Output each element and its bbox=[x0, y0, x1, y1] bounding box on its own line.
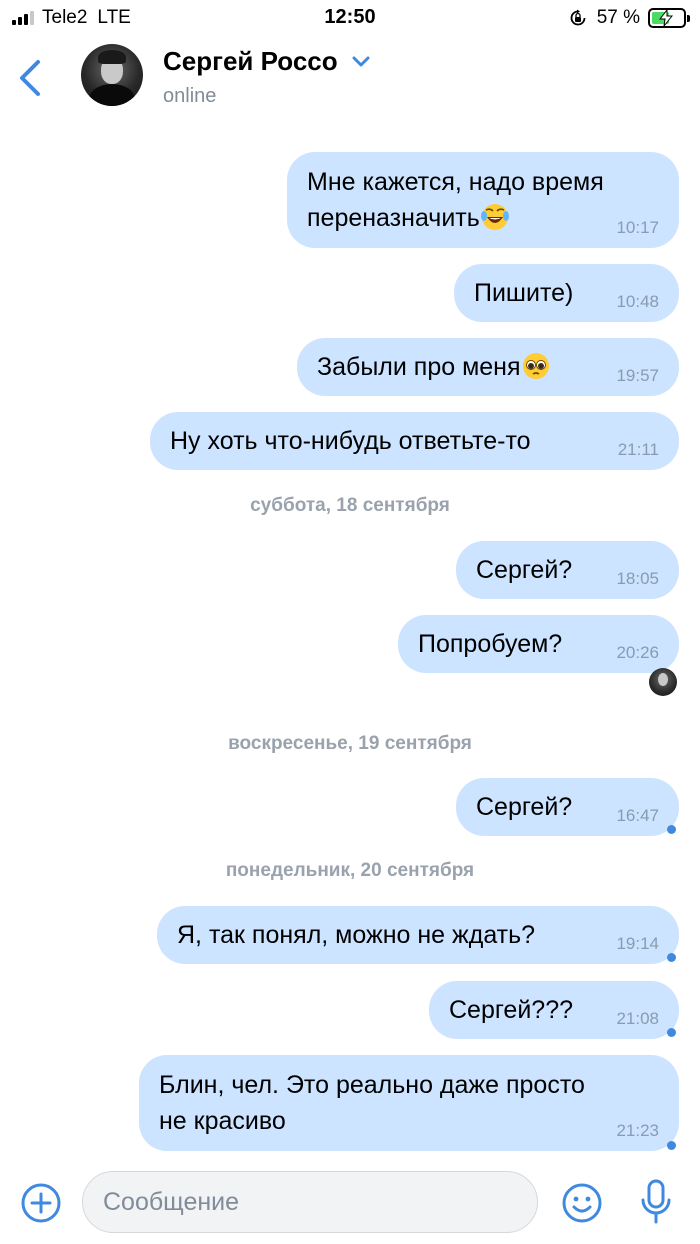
message-text-line: переназначить bbox=[307, 200, 659, 236]
unread-indicator bbox=[667, 1028, 676, 1037]
charging-bolt-icon bbox=[659, 10, 673, 26]
microphone-icon[interactable] bbox=[640, 1178, 672, 1226]
contact-status: online bbox=[163, 85, 217, 107]
message-time: 21:11 bbox=[617, 440, 659, 459]
message-text: Ну хоть что-нибудь ответьте-то bbox=[170, 427, 531, 455]
unread-indicator bbox=[667, 953, 676, 962]
battery-percent: 57 % bbox=[596, 7, 640, 28]
message-bubble[interactable]: Мне кажется, надо время переназначить 10… bbox=[287, 152, 679, 248]
message-bubble[interactable]: Сергей? 18:05 bbox=[456, 541, 679, 599]
message-time: 19:57 bbox=[616, 366, 659, 385]
contact-avatar[interactable] bbox=[81, 44, 143, 106]
battery-icon bbox=[648, 8, 690, 28]
chat-header: Сергей Россо online bbox=[0, 36, 700, 124]
message-time: 10:17 bbox=[616, 218, 659, 237]
message-bubble[interactable]: Блин, чел. Это реально даже просто не кр… bbox=[139, 1055, 679, 1151]
message-bubble[interactable]: Сергей? 16:47 bbox=[456, 778, 679, 836]
date-separator: воскресенье, 19 сентября bbox=[228, 733, 472, 754]
message-bubble[interactable]: Я, так понял, можно не ждать? 19:14 bbox=[157, 906, 679, 964]
message-text: Я, так понял, можно не ждать? bbox=[177, 921, 536, 949]
message-text-line: Забыли про меня bbox=[317, 349, 659, 385]
message-time: 16:47 bbox=[616, 806, 659, 825]
message-time: 21:23 bbox=[616, 1121, 659, 1140]
message-bubble[interactable]: Пишите) 10:48 bbox=[454, 264, 679, 322]
back-arrow-icon[interactable] bbox=[16, 58, 46, 98]
unread-indicator bbox=[667, 1141, 676, 1150]
unread-indicator bbox=[667, 825, 676, 834]
message-bubble[interactable]: Сергей??? 21:08 bbox=[429, 981, 679, 1039]
message-text: Мне кажется, надо время bbox=[307, 168, 604, 196]
pleading-face-emoji-icon bbox=[522, 353, 549, 379]
date-separator: понедельник, 20 сентября bbox=[225, 860, 475, 881]
message-bubble[interactable]: Попробуем? 20:26 bbox=[398, 615, 679, 673]
status-bar-right: 57 % bbox=[569, 7, 690, 29]
joy-emoji-icon bbox=[480, 204, 509, 230]
read-receipt-avatar bbox=[649, 668, 677, 696]
message-input[interactable] bbox=[82, 1171, 538, 1233]
contact-title[interactable]: Сергей Россо online bbox=[163, 46, 370, 108]
message-composer bbox=[0, 1162, 700, 1244]
message-text: Блин, чел. Это реально даже просто bbox=[159, 1071, 585, 1099]
message-bubble[interactable]: Ну хоть что-нибудь ответьте-то 21:11 bbox=[150, 412, 679, 470]
chevron-down-icon bbox=[352, 56, 370, 66]
message-text: не красиво bbox=[159, 1107, 286, 1135]
status-bar: Tele2 LTE 12:50 57 % bbox=[0, 0, 700, 36]
contact-name: Сергей Россо bbox=[163, 46, 338, 76]
message-time: 20:26 bbox=[616, 643, 659, 662]
message-bubble[interactable]: Забыли про меня 19:57 bbox=[297, 338, 679, 396]
message-time: 18:05 bbox=[616, 569, 659, 588]
smiley-icon[interactable] bbox=[561, 1182, 603, 1224]
attach-plus-icon[interactable] bbox=[20, 1182, 62, 1224]
date-separator: суббота, 18 сентября bbox=[250, 495, 450, 516]
message-time: 10:48 bbox=[616, 292, 659, 311]
orientation-lock-icon bbox=[570, 9, 586, 26]
message-time: 21:08 bbox=[616, 1009, 659, 1028]
message-time: 19:14 bbox=[616, 934, 659, 953]
